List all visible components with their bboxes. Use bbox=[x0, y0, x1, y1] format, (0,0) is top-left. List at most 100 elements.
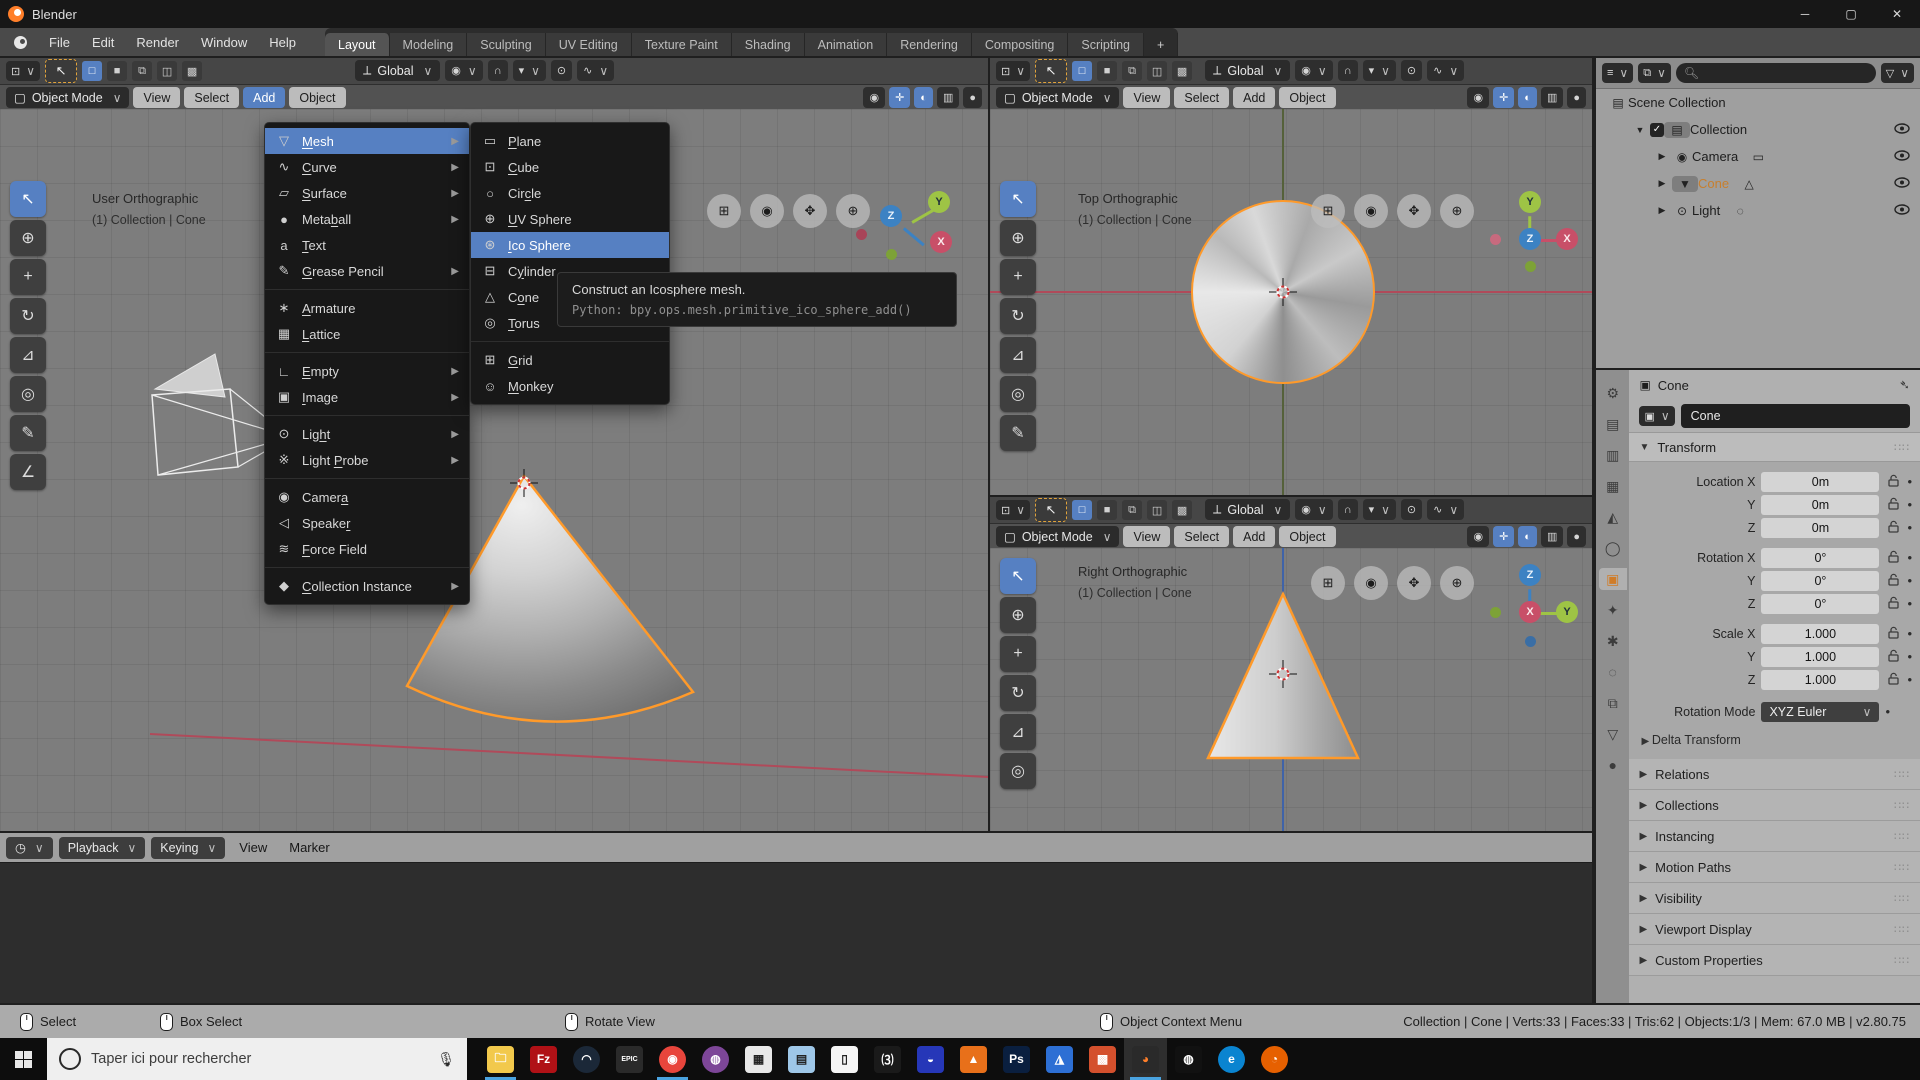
animate-dot[interactable]: • bbox=[1907, 596, 1912, 611]
scale-tool[interactable]: ⊿ bbox=[1000, 337, 1036, 373]
lock-icon[interactable] bbox=[1885, 520, 1901, 536]
orientation-dropdown[interactable]: ⟂Global∨ bbox=[1205, 499, 1290, 520]
camera-view-button[interactable]: ◉ bbox=[1354, 566, 1388, 600]
expand-caret-icon[interactable]: ▶ bbox=[1652, 178, 1672, 189]
select-box-tool[interactable]: ↖ bbox=[1000, 181, 1036, 217]
mesh-menu-item-cube[interactable]: ⊡Cube bbox=[471, 154, 669, 180]
panel-custom-properties[interactable]: ▶Custom Properties∷∷ bbox=[1629, 945, 1920, 976]
menu-window[interactable]: Window bbox=[190, 28, 258, 58]
new-workspace-button[interactable]: + bbox=[1144, 33, 1178, 58]
animate-dot[interactable]: • bbox=[1907, 573, 1912, 588]
visibility-dropdown[interactable]: ◉ bbox=[1467, 526, 1489, 547]
editor-type-dropdown[interactable]: ◷∨ bbox=[6, 837, 53, 859]
proportional-edit[interactable]: ⊙ bbox=[551, 60, 572, 81]
taskbar-app-calculator[interactable]: ▦ bbox=[737, 1038, 780, 1080]
visibility-dropdown[interactable]: ◉ bbox=[1467, 87, 1489, 108]
timeline-menu-playback[interactable]: Playback∨ bbox=[59, 837, 146, 859]
select-mode-3[interactable]: ◫ bbox=[157, 61, 177, 81]
object-name-field[interactable]: Cone bbox=[1681, 404, 1910, 428]
snap-dropdown[interactable]: ▾∨ bbox=[513, 60, 546, 81]
add-menu-item-metaball[interactable]: ●Metaball▶ bbox=[265, 206, 469, 232]
minimize-button[interactable]: ─ bbox=[1782, 0, 1828, 28]
add-menu-item-surface[interactable]: ▱Surface▶ bbox=[265, 180, 469, 206]
animate-dot[interactable]: • bbox=[1907, 550, 1912, 565]
taskbar-app-edge[interactable]: e bbox=[1210, 1038, 1253, 1080]
zoom-button[interactable]: ⊕ bbox=[1440, 194, 1474, 228]
shading-solid[interactable]: ● bbox=[1567, 526, 1586, 547]
collection-checkbox[interactable]: ✓ bbox=[1650, 123, 1664, 137]
tab-output[interactable]: ▥ bbox=[1599, 444, 1627, 466]
viewport-menu-object[interactable]: Object bbox=[1279, 87, 1335, 108]
tab-scene[interactable]: ◭ bbox=[1599, 506, 1627, 528]
mode-dropdown[interactable]: ▢Object Mode∨ bbox=[996, 526, 1119, 547]
rotate-tool[interactable]: ↻ bbox=[10, 298, 46, 334]
object-type-dropdown[interactable]: ▣∨ bbox=[1639, 406, 1674, 426]
select-mode-2[interactable]: ⧉ bbox=[1122, 500, 1142, 520]
viewport-menu-add[interactable]: Add bbox=[243, 87, 285, 108]
annotate-tool[interactable]: ✎ bbox=[10, 415, 46, 451]
proportional-edit[interactable]: ⊙ bbox=[1401, 60, 1422, 81]
viewport-menu-add[interactable]: Add bbox=[1233, 87, 1275, 108]
pin-icon[interactable]: ➴ bbox=[1899, 377, 1910, 393]
select-mode-4[interactable]: ▩ bbox=[1172, 61, 1192, 81]
pan-hand-button[interactable]: ✥ bbox=[1397, 566, 1431, 600]
tab-data[interactable]: ▽ bbox=[1599, 723, 1627, 745]
menu-file[interactable]: File bbox=[38, 28, 81, 58]
lock-icon[interactable] bbox=[1885, 649, 1901, 665]
taskbar-app-tor-browser[interactable]: ◍ bbox=[694, 1038, 737, 1080]
lock-icon[interactable] bbox=[1885, 573, 1901, 589]
gizmo-toggle[interactable]: ✛ bbox=[1493, 87, 1514, 108]
camera-view-button[interactable]: ◉ bbox=[1354, 194, 1388, 228]
mesh-menu-item-grid[interactable]: ⊞Grid bbox=[471, 347, 669, 373]
rotation-mode-dropdown[interactable]: XYZ Euler∨ bbox=[1761, 702, 1879, 722]
snap-dropdown[interactable]: ▾∨ bbox=[1363, 60, 1396, 81]
cursor-tool[interactable]: ⊕ bbox=[10, 220, 46, 256]
expand-caret-icon[interactable]: ▶ bbox=[1652, 205, 1672, 216]
mode-dropdown[interactable]: ▢Object Mode∨ bbox=[996, 87, 1119, 108]
tab-material[interactable]: ● bbox=[1599, 754, 1627, 776]
outliner-editor[interactable]: ≡∨ ⧉∨ 🔍︎ ▽∨ ▤Scene Collection▼✓▤Collecti… bbox=[1596, 58, 1920, 368]
viewport-canvas[interactable]: Right Orthographic (1) Collection | Cone… bbox=[990, 548, 1592, 833]
viewport-menu-view[interactable]: View bbox=[1123, 87, 1170, 108]
active-tool-button[interactable]: ↖ bbox=[1035, 59, 1067, 83]
panel-collections[interactable]: ▶Collections∷∷ bbox=[1629, 790, 1920, 821]
taskbar-app-chrome[interactable]: ◉ bbox=[651, 1038, 694, 1080]
select-box-tool[interactable]: ↖ bbox=[1000, 558, 1036, 594]
outliner-row[interactable]: ▶⊙Light◌ bbox=[1596, 197, 1920, 224]
tab-rendering[interactable]: Rendering bbox=[887, 33, 972, 58]
snap-magnet[interactable]: ∩ bbox=[1338, 499, 1358, 520]
select-mode-2[interactable]: ⧉ bbox=[132, 61, 152, 81]
pan-hand-button[interactable]: ✥ bbox=[793, 194, 827, 228]
scale-tool[interactable]: ⊿ bbox=[1000, 714, 1036, 750]
move-tool[interactable]: + bbox=[1000, 259, 1036, 295]
select-mode-3[interactable]: ◫ bbox=[1147, 61, 1167, 81]
overlays-toggle[interactable]: ◐ bbox=[1518, 87, 1537, 108]
pivot-dropdown[interactable]: ◉∨ bbox=[1295, 60, 1332, 81]
falloff-dropdown[interactable]: ∿∨ bbox=[1427, 60, 1464, 81]
scale-tool[interactable]: ⊿ bbox=[10, 337, 46, 373]
add-menu-item-force-field[interactable]: ≋Force Field bbox=[265, 536, 469, 562]
grid-view-button[interactable]: ⊞ bbox=[1311, 194, 1345, 228]
add-menu-item-collection-instance[interactable]: ◆Collection Instance▶ bbox=[265, 573, 469, 599]
grid-view-button[interactable]: ⊞ bbox=[707, 194, 741, 228]
taskbar-app-firefox[interactable]: ◔ bbox=[1253, 1038, 1296, 1080]
microphone-icon[interactable]: 🎙︎ bbox=[437, 1051, 455, 1068]
taskbar-search[interactable]: Taper ici pour rechercher 🎙︎ bbox=[47, 1038, 467, 1080]
blender-menu-icon[interactable] bbox=[10, 36, 30, 50]
lock-icon[interactable] bbox=[1885, 550, 1901, 566]
transform-tool[interactable]: ◎ bbox=[1000, 753, 1036, 789]
value-field[interactable]: 0m bbox=[1761, 472, 1879, 492]
select-box-tool[interactable]: ↖ bbox=[10, 181, 46, 217]
snap-dropdown[interactable]: ▾∨ bbox=[1363, 499, 1396, 520]
tab-modifiers[interactable]: ✦ bbox=[1599, 599, 1627, 621]
panel-visibility[interactable]: ▶Visibility∷∷ bbox=[1629, 883, 1920, 914]
editor-type-dropdown[interactable]: ⊡∨ bbox=[996, 500, 1030, 520]
select-mode-0[interactable]: □ bbox=[1072, 500, 1092, 520]
visibility-dropdown[interactable]: ◉ bbox=[863, 87, 885, 108]
animate-dot[interactable]: • bbox=[1907, 649, 1912, 664]
select-mode-2[interactable]: ⧉ bbox=[1122, 61, 1142, 81]
taskbar-app-filezilla[interactable]: Fz bbox=[522, 1038, 565, 1080]
mesh-menu-item-plane[interactable]: ▭Plane bbox=[471, 128, 669, 154]
tab-scripting[interactable]: Scripting bbox=[1068, 33, 1144, 58]
taskbar-app-epic-games[interactable]: EPIC bbox=[608, 1038, 651, 1080]
